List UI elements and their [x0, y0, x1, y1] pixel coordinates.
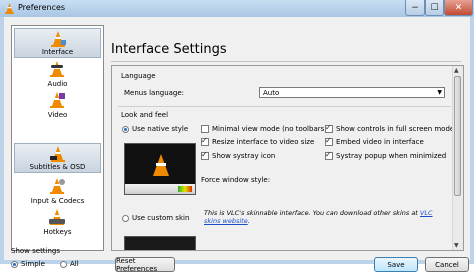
force-window-style-label: Force window style:	[201, 176, 271, 184]
show-settings-all-radio[interactable]: All	[60, 260, 79, 268]
scroll-up-icon[interactable]: ▲	[454, 67, 459, 74]
sidebar-item-interface[interactable]: Interface	[14, 28, 101, 58]
save-button[interactable]: Save	[374, 257, 418, 272]
sidebar-item-input-codecs[interactable]: Input & Codecs	[14, 176, 101, 206]
chevron-down-icon: ▼	[437, 89, 442, 96]
sidebar-item-label: Subtitles & OSD	[29, 163, 86, 171]
checkbox-box[interactable]	[325, 136, 333, 146]
audio-cone-icon	[50, 61, 64, 77]
sidebar-item-label: Hotkeys	[43, 228, 72, 236]
interface-cone-icon	[51, 31, 66, 47]
scroll-down-icon[interactable]: ▼	[454, 242, 459, 249]
close-button[interactable]: ✕	[444, 0, 473, 16]
skin-note-text: This is VLC's skinnable interface. You c…	[204, 209, 420, 217]
show-settings-simple-radio[interactable]: Simple	[11, 260, 45, 268]
checkbox-box[interactable]	[325, 150, 333, 160]
radio-indicator[interactable]	[11, 260, 18, 268]
checkbox-box[interactable]	[201, 150, 209, 160]
custom-skin-preview-image	[124, 236, 196, 250]
checkbox-label: Embed video in interface	[336, 138, 424, 146]
window-title: Preferences	[18, 3, 66, 12]
hotkeys-cone-icon	[49, 209, 65, 225]
preferences-window: Preferences − ☐ ✕ Interface Audio Video …	[0, 0, 474, 273]
checkbox-label: Minimal view mode (no toolbars)	[212, 125, 327, 133]
scrollbar-thumb[interactable]	[454, 76, 461, 196]
category-sidebar: Interface Audio Video Subtitles & OSD In…	[11, 25, 104, 251]
subtitles-cone-icon	[50, 146, 65, 162]
radio-indicator[interactable]	[122, 125, 129, 133]
vlc-cone-icon	[5, 3, 14, 14]
sidebar-item-label: Audio	[47, 80, 68, 88]
cancel-button[interactable]: Cancel	[425, 257, 469, 272]
resize-interface-checkbox[interactable]: Resize interface to video size	[201, 136, 315, 146]
look-and-feel-group-label: Look and feel	[121, 111, 169, 119]
radio-label: Use custom skin	[132, 214, 190, 222]
minimal-view-checkbox[interactable]: Minimal view mode (no toolbars)	[201, 125, 327, 133]
menus-language-label: Menus language:	[124, 89, 185, 97]
sidebar-item-subtitles-osd[interactable]: Subtitles & OSD	[14, 143, 101, 173]
checkbox-box[interactable]	[201, 136, 209, 146]
use-native-style-radio[interactable]: Use native style	[122, 125, 188, 133]
skin-note: This is VLC's skinnable interface. You c…	[204, 209, 444, 225]
radio-indicator[interactable]	[60, 260, 67, 268]
show-systray-icon-checkbox[interactable]: Show systray icon	[201, 150, 276, 160]
checkbox-label: Resize interface to video size	[212, 138, 315, 146]
settings-scroll-area[interactable]: Language Menus language: Auto ▼ Look and…	[111, 65, 464, 251]
language-group-label: Language	[121, 72, 156, 80]
checkbox-box[interactable]	[325, 123, 333, 133]
page-title: Interface Settings	[111, 42, 227, 57]
skin-note-end: .	[247, 217, 250, 225]
group-divider	[118, 106, 451, 107]
checkbox-label: Systray popup when minimized	[336, 152, 447, 160]
cone-stripe	[156, 163, 166, 166]
use-custom-skin-radio[interactable]: Use custom skin	[122, 214, 189, 222]
sidebar-item-audio[interactable]: Audio	[14, 59, 101, 89]
checkbox-label: Show systray icon	[212, 152, 276, 160]
show-controls-fullscreen-checkbox[interactable]: Show controls in full screen mode	[325, 123, 455, 133]
embed-video-checkbox[interactable]: Embed video in interface	[325, 136, 424, 146]
native-style-preview-image	[124, 143, 196, 195]
maximize-button[interactable]: ☐	[425, 0, 444, 16]
menus-language-select[interactable]: Auto ▼	[259, 87, 445, 98]
preferences-client-area: Interface Audio Video Subtitles & OSD In…	[4, 17, 470, 273]
checkbox-box[interactable]	[201, 125, 209, 133]
sidebar-item-label: Interface	[41, 48, 74, 56]
volume-icon	[178, 186, 192, 192]
sidebar-item-label: Video	[47, 111, 68, 119]
radio-label: Use native style	[132, 125, 189, 133]
show-settings-label: Show settings	[11, 247, 61, 255]
radio-indicator[interactable]	[122, 214, 129, 222]
menus-language-value: Auto	[263, 89, 280, 97]
radio-label: Simple	[21, 260, 45, 268]
reset-preferences-button[interactable]: Reset Preferences	[115, 257, 175, 273]
checkbox-label: Show controls in full screen mode	[336, 125, 455, 133]
systray-popup-checkbox[interactable]: Systray popup when minimized	[325, 150, 447, 160]
vertical-scrollbar[interactable]: ▲ ▼	[452, 66, 463, 250]
sidebar-item-label: Input & Codecs	[30, 197, 85, 205]
title-bar[interactable]: Preferences − ☐ ✕	[0, 0, 474, 17]
sidebar-item-hotkeys[interactable]: Hotkeys	[14, 207, 101, 237]
sidebar-item-video[interactable]: Video	[14, 90, 101, 120]
title-divider	[111, 61, 461, 62]
video-cone-icon	[50, 92, 65, 108]
input-codecs-icon	[50, 178, 65, 194]
radio-label: All	[70, 260, 79, 268]
minimize-button[interactable]: −	[405, 0, 425, 16]
